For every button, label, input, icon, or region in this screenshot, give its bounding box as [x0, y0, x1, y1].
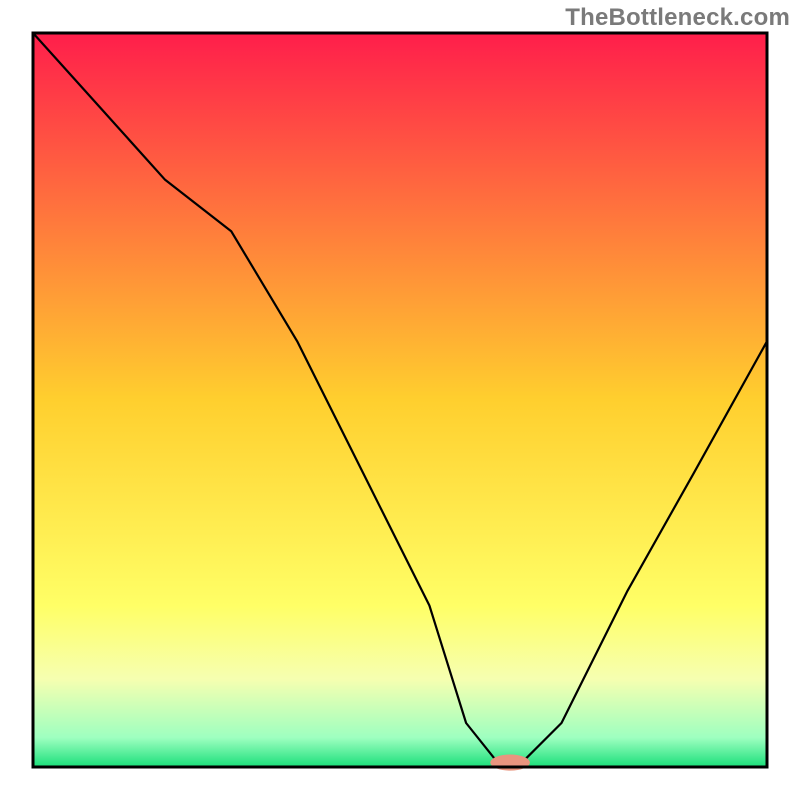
bottleneck-chart	[0, 0, 800, 800]
chart-container: TheBottleneck.com	[0, 0, 800, 800]
plot-background	[33, 33, 767, 767]
watermark-text: TheBottleneck.com	[565, 4, 790, 32]
